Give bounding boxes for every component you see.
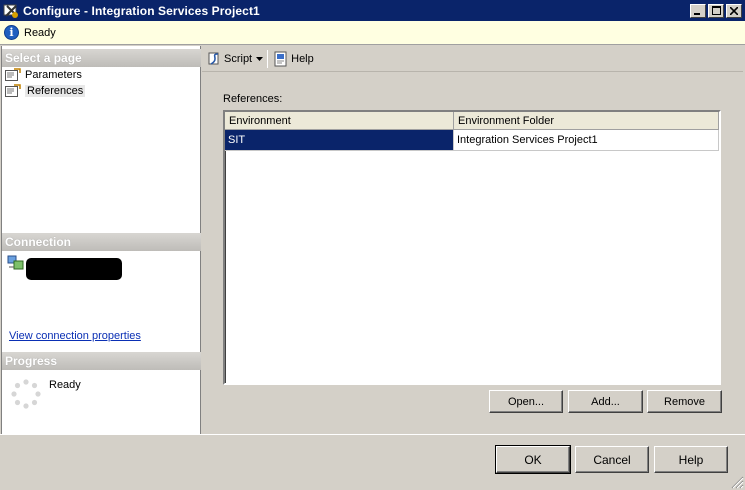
minimize-icon	[694, 12, 700, 15]
close-icon	[730, 6, 738, 15]
title-bar: Configure - Integration Services Project…	[0, 0, 745, 21]
add-button[interactable]: Add...	[568, 390, 643, 413]
add-button-label: Add...	[591, 395, 620, 408]
configure-app-icon	[3, 4, 18, 18]
help-button[interactable]: Help	[654, 446, 728, 473]
help-toolbar-button[interactable]: Help	[271, 48, 316, 70]
bottom-divider	[0, 434, 745, 435]
page-item-label: Parameters	[25, 68, 82, 81]
status-bar: i Ready	[0, 21, 745, 45]
view-connection-properties-link[interactable]: View connection properties	[9, 330, 141, 342]
resize-grip-icon[interactable]	[730, 475, 744, 489]
column-header-environment[interactable]: Environment	[225, 112, 454, 130]
cancel-button[interactable]: Cancel	[575, 446, 649, 473]
remove-button[interactable]: Remove	[647, 390, 722, 413]
server-connection-icon	[7, 255, 24, 270]
open-button-label: Open...	[507, 395, 545, 408]
help-toolbar-label: Help	[291, 52, 314, 65]
maximize-icon	[711, 6, 721, 15]
toolbar-separator	[267, 49, 269, 68]
ok-button[interactable]: OK	[495, 445, 571, 474]
references-label: References:	[223, 93, 283, 105]
column-header-environment-folder[interactable]: Environment Folder	[454, 112, 719, 130]
cancel-button-label: Cancel	[593, 452, 631, 467]
connection-header: Connection	[2, 233, 201, 251]
table-row[interactable]: SIT Integration Services Project1	[225, 130, 719, 151]
page-item-parameters[interactable]: Parameters	[5, 67, 82, 82]
cell-environment-folder[interactable]: Integration Services Project1	[454, 130, 719, 151]
window-title: Configure - Integration Services Project…	[23, 3, 260, 18]
references-grid[interactable]: Environment Environment Folder SIT Integ…	[223, 110, 721, 385]
script-button[interactable]: Script	[204, 48, 254, 70]
progress-status-text: Ready	[49, 379, 81, 391]
maximize-button[interactable]	[708, 3, 724, 18]
script-dropdown-button[interactable]	[254, 56, 264, 61]
info-icon: i	[4, 25, 19, 40]
chevron-down-icon	[255, 56, 263, 61]
page-item-references[interactable]: References	[5, 83, 86, 98]
status-text: Ready	[24, 26, 56, 39]
script-label: Script	[224, 52, 253, 65]
spinner-icon	[11, 379, 41, 409]
toolbar: Script Help	[202, 46, 743, 72]
help-icon	[274, 51, 287, 66]
select-page-header: Select a page	[2, 49, 201, 67]
left-pane: Select a page Parameters References Conn…	[1, 46, 201, 434]
progress-header: Progress	[2, 352, 201, 370]
close-button[interactable]	[726, 3, 742, 18]
minimize-button[interactable]	[690, 3, 706, 18]
page-item-label: References	[25, 84, 86, 97]
right-pane: Script Help References: Environment Envi…	[202, 46, 743, 434]
script-icon	[208, 52, 219, 65]
remove-button-label: Remove	[664, 395, 705, 408]
connection-value-redacted	[26, 258, 122, 280]
page-icon	[5, 67, 21, 81]
page-icon	[5, 83, 21, 97]
grid-header-row: Environment Environment Folder	[225, 112, 719, 130]
cell-environment[interactable]: SIT	[225, 130, 454, 151]
ok-button-label: OK	[524, 452, 542, 467]
help-button-label: Help	[678, 452, 704, 467]
open-button[interactable]: Open...	[489, 390, 563, 413]
